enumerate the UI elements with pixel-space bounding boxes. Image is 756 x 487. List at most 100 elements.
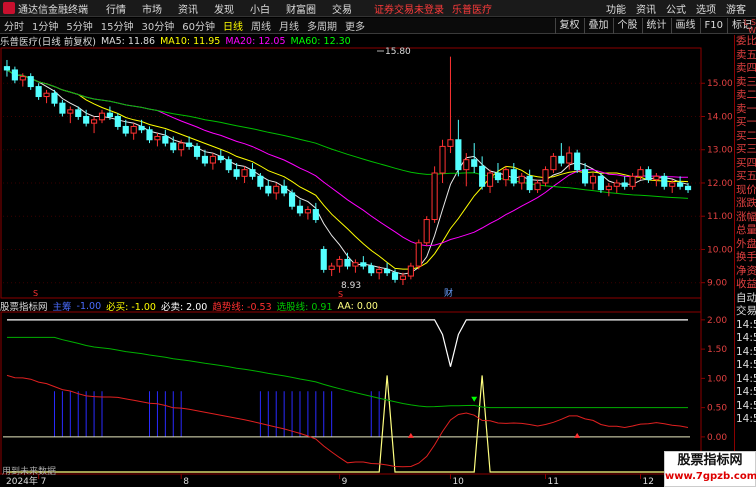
candle-body — [526, 175, 533, 191]
finance-marker[interactable]: 财 — [444, 287, 453, 299]
candle-body — [312, 209, 319, 221]
candle-body — [637, 169, 644, 177]
candle-body — [582, 169, 589, 184]
price-tick-label: 11.00 — [707, 212, 733, 222]
watermark-url: www.7gpzb.com — [665, 471, 756, 482]
quote-panel-item: 14:50 — [736, 386, 756, 398]
date-tick-label: 9 — [342, 477, 348, 487]
candle-body — [677, 182, 684, 187]
candle-body — [471, 159, 478, 167]
candle-body — [241, 169, 248, 177]
indicator-tick-label: 1.00 — [707, 374, 727, 384]
date-tick-label: 8 — [183, 477, 189, 487]
candle-body — [502, 169, 509, 181]
candle-body — [43, 92, 50, 98]
candle-body — [146, 129, 153, 141]
price-tick-label: 15.00 — [707, 79, 733, 89]
quote-panel-item: 14:50 — [736, 399, 756, 412]
indicator-tick-label: 1.50 — [707, 345, 727, 355]
price-axis: 9.00 10.00 11.00 12.00 13.00 14.00 15.00 — [701, 79, 733, 289]
candle-body — [3, 66, 11, 71]
candle-body — [360, 262, 367, 267]
candle-body — [296, 205, 304, 214]
quote-panel-item: 14:50 — [736, 318, 756, 331]
candle-body — [344, 258, 351, 267]
candle-body — [589, 175, 597, 184]
quote-panel-item: 14:50 — [736, 345, 756, 358]
quote-panel-item: 买一 — [736, 116, 756, 128]
s-marker-2: S — [338, 290, 343, 299]
candle-body — [225, 159, 232, 171]
candle-body — [605, 185, 612, 191]
candle-body — [328, 265, 335, 270]
candle-body — [684, 185, 692, 191]
sell-arrow-icon — [471, 396, 478, 402]
date-tick-label: 11 — [547, 477, 558, 487]
candle-body — [273, 185, 280, 194]
candle-body — [455, 139, 462, 171]
price-tick-label: 14.00 — [707, 112, 733, 122]
candle-body — [352, 262, 359, 267]
candle-body — [288, 192, 296, 207]
candle-body — [399, 275, 407, 280]
price-tick-label: 13.00 — [707, 146, 733, 156]
candle-body — [486, 172, 494, 187]
date-tick-label: 7 — [41, 477, 47, 487]
quote-panel-item: 买四 — [736, 156, 756, 169]
indicator-red-line — [6, 374, 689, 468]
candle-body — [431, 172, 438, 221]
candle-body — [384, 268, 391, 274]
quote-panel-item: 卖五 — [736, 48, 756, 61]
indicator-white-line — [7, 319, 688, 367]
candle-body — [178, 142, 185, 151]
candle-body — [83, 115, 90, 124]
quote-panel-item: 现价 — [736, 183, 756, 196]
candle-body — [376, 268, 383, 274]
candle-body — [439, 145, 446, 174]
candle-body — [415, 242, 422, 267]
candle-body — [19, 76, 26, 81]
candle-body — [423, 219, 430, 244]
quote-panel-item: 净资 — [736, 264, 756, 277]
indicator-axis: 2.001.501.000.500.00-0.50 — [701, 316, 731, 472]
candlestick-series — [3, 56, 692, 286]
candle-body — [59, 102, 66, 114]
quote-panel-item: 收益 — [736, 278, 756, 290]
candle-body — [67, 109, 74, 114]
candle-body — [479, 165, 486, 187]
candle-body — [138, 125, 145, 131]
candle-body — [518, 175, 525, 184]
candle-body — [661, 175, 668, 187]
candle-body — [368, 265, 375, 274]
candle-body — [170, 142, 177, 151]
ma20-line — [6, 69, 688, 247]
candle-body — [130, 125, 137, 134]
candle-body — [597, 175, 604, 191]
site-watermark: 股票指标网 www.7gpzb.com — [664, 451, 756, 487]
candle-body — [11, 69, 18, 81]
candle-body — [91, 119, 98, 124]
indicator-series — [3, 319, 690, 473]
quote-panel-item: 外盘 — [736, 237, 756, 250]
quote-panel-item: 14:50 — [736, 413, 756, 425]
candle-body — [193, 145, 201, 157]
quote-panel-item: 14:50 — [736, 372, 756, 385]
candle-body — [447, 139, 454, 147]
quote-panel-item: 换手 — [736, 251, 756, 263]
quote-panel-item: 买三 — [736, 143, 756, 155]
candle-body — [645, 169, 652, 181]
quote-panel: 委比 卖五 卖四 卖三 卖二 卖一 买一 买二 买三 买四 买五 现价 涨跌 涨幅 总量 外盘 换手 净资 收益 自动… — [734, 35, 756, 487]
stock-chart[interactable]: 9.00 10.00 11.00 12.00 13.00 14.00 15.00 2.00 1… — [0, 0, 734, 487]
candle-body — [558, 155, 565, 164]
candle-body — [653, 175, 660, 181]
quote-panel-item: 卖一 — [736, 102, 756, 115]
candle-body — [249, 169, 256, 177]
indicator-tick-label: 2.00 — [707, 316, 727, 326]
future-data-warning: 用到未来数据 — [2, 467, 57, 477]
candle-body — [621, 182, 628, 187]
quote-panel-item: 卖三 — [736, 75, 756, 88]
candle-body — [550, 155, 557, 171]
candle-body — [629, 175, 636, 187]
candle-body — [407, 265, 414, 277]
candle-body — [391, 272, 399, 280]
